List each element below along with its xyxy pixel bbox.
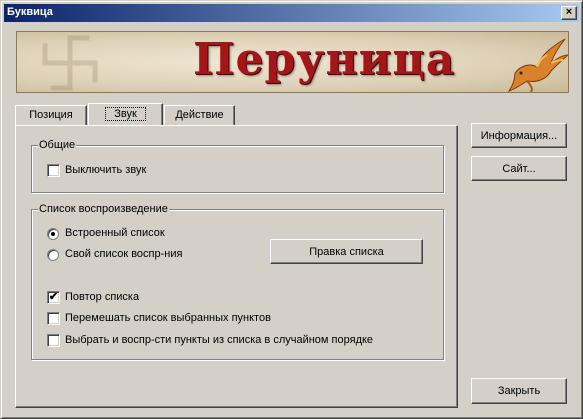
random-order-checkbox[interactable] [47, 334, 60, 347]
tab-sound[interactable]: Звук [88, 103, 163, 125]
builtin-list-label[interactable]: Встроенный список [65, 227, 165, 239]
playlist-groupbox: Список воспроизведение Встроенный список… [31, 203, 444, 360]
repeat-list-checkbox[interactable]: ✔ [47, 291, 60, 304]
close-window-button[interactable]: × [561, 6, 577, 20]
sound-tab-panel: Общие Выключить звук Список воспроизведе… [15, 125, 458, 408]
checkmark-icon: ✔ [48, 291, 59, 303]
close-icon: × [565, 6, 573, 18]
general-group-title: Общие [38, 139, 77, 151]
repeat-list-label[interactable]: Повтор списка [65, 291, 139, 303]
dialog-window: Буквица × Перуница Позиция Звук Действие… [0, 0, 583, 419]
radio-selected-dot [51, 232, 55, 236]
close-button[interactable]: Закрыть [471, 378, 567, 404]
site-button[interactable]: Сайт... [471, 156, 567, 181]
edit-list-button[interactable]: Правка списка [270, 239, 423, 264]
tab-action[interactable]: Действие [164, 105, 235, 125]
info-button[interactable]: Информация... [471, 123, 567, 148]
tab-position[interactable]: Позиция [15, 105, 87, 125]
builtin-list-radio[interactable] [47, 228, 59, 240]
shuffle-label[interactable]: Перемешать список выбранных пунктов [65, 312, 271, 324]
banner-image: Перуница [16, 31, 569, 93]
tab-sound-label: Звук [105, 107, 146, 121]
kolovrat-symbol-icon [42, 35, 98, 91]
random-order-label[interactable]: Выбрать и воспр-сти пункты из списка в с… [65, 334, 373, 346]
tab-action-label: Действие [175, 109, 224, 121]
playlist-group-title: Список воспроизведение [38, 203, 169, 215]
custom-list-label[interactable]: Свой список воспр-ния [65, 248, 182, 260]
firebird-icon [507, 38, 568, 92]
custom-list-radio[interactable] [47, 249, 59, 261]
general-groupbox: Общие Выключить звук [31, 139, 444, 193]
mute-label[interactable]: Выключить звук [65, 164, 146, 176]
banner-title: Перуница [193, 34, 456, 85]
mute-checkbox[interactable] [47, 164, 60, 177]
shuffle-checkbox[interactable] [47, 312, 60, 325]
window-title: Буквица [7, 6, 53, 18]
title-bar[interactable]: Буквица × [4, 4, 579, 22]
tab-position-label: Позиция [29, 109, 73, 121]
